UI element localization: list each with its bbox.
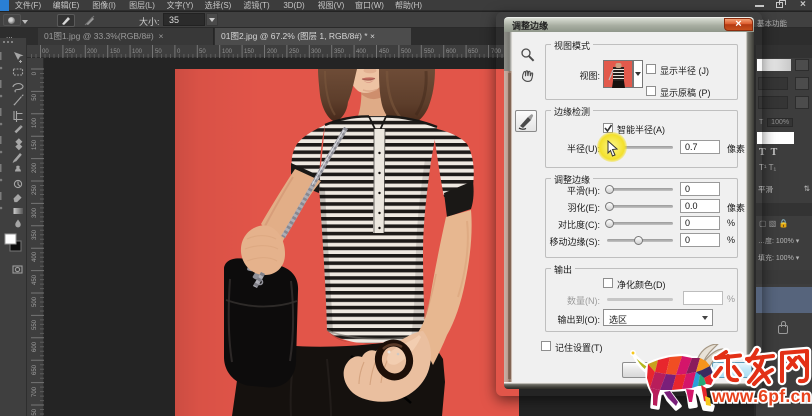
svg-text:550: 550 — [32, 319, 38, 330]
svg-text:200: 200 — [87, 49, 98, 55]
svg-text:750: 750 — [32, 408, 38, 416]
svg-text:150: 150 — [32, 139, 38, 150]
svg-text:400: 400 — [356, 49, 367, 55]
svg-text:650: 650 — [468, 49, 479, 55]
svg-text:250: 250 — [32, 184, 38, 195]
svg-text:300: 300 — [32, 207, 38, 218]
svg-text:650: 650 — [32, 364, 38, 375]
svg-text:100: 100 — [132, 49, 143, 55]
svg-text:150: 150 — [110, 49, 121, 55]
svg-text:350: 350 — [32, 229, 38, 240]
svg-text:600: 600 — [446, 49, 457, 55]
svg-text:350: 350 — [334, 49, 345, 55]
svg-text:100: 100 — [222, 49, 233, 55]
svg-text:200: 200 — [32, 162, 38, 173]
svg-text:500: 500 — [32, 296, 38, 307]
svg-text:250: 250 — [65, 49, 76, 55]
svg-text:50: 50 — [32, 93, 38, 100]
svg-text:700: 700 — [32, 386, 38, 397]
svg-text:www.6pf.cn: www.6pf.cn — [711, 386, 812, 406]
svg-text:300: 300 — [311, 49, 322, 55]
svg-text:250: 250 — [289, 49, 300, 55]
svg-text:450: 450 — [32, 274, 38, 285]
svg-text:500: 500 — [401, 49, 412, 55]
svg-text:50: 50 — [199, 49, 206, 55]
svg-text:150: 150 — [244, 49, 255, 55]
svg-text:600: 600 — [32, 341, 38, 352]
svg-text:100: 100 — [32, 117, 38, 128]
svg-text:00: 00 — [42, 49, 49, 55]
svg-text:400: 400 — [32, 251, 38, 262]
